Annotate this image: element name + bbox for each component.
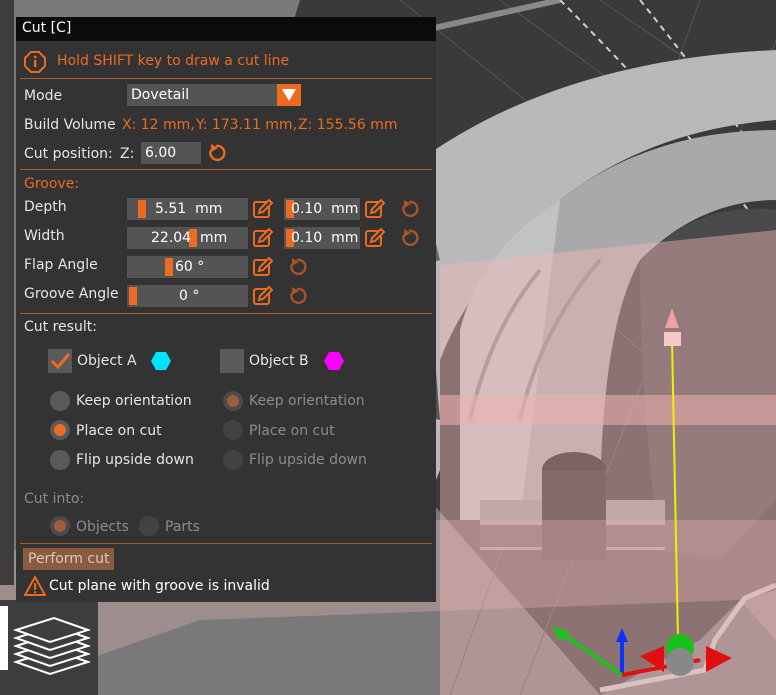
divider xyxy=(20,169,432,170)
width-slider[interactable]: 22.04 mm xyxy=(127,227,248,249)
edit-icon[interactable] xyxy=(252,227,274,249)
cut-into-parts-radio xyxy=(139,516,159,536)
warning-text: Cut plane with groove is invalid xyxy=(49,578,270,594)
edit-icon[interactable] xyxy=(252,198,274,220)
reset-icon[interactable] xyxy=(205,142,227,164)
object-a-color-icon xyxy=(151,352,171,370)
width-tolerance-value: 0.10 mm xyxy=(291,230,359,246)
flap-angle-slider[interactable]: 60 ° xyxy=(127,256,248,278)
perform-cut-button[interactable]: Perform cut xyxy=(23,548,115,570)
groove-angle-slider-handle[interactable] xyxy=(129,287,137,305)
chevron-down-icon xyxy=(282,89,296,101)
reset-icon[interactable] xyxy=(398,227,420,249)
divider xyxy=(20,313,432,314)
object-a-flip-label: Flip upside down xyxy=(76,452,194,468)
object-b-keep-orientation-radio xyxy=(223,391,243,411)
cut-position-axis: Z: xyxy=(120,146,135,162)
cut-position-label: Cut position: xyxy=(24,146,113,162)
edit-icon[interactable] xyxy=(252,285,274,307)
build-volume-x: X: 12 mm, xyxy=(122,117,195,133)
object-a-flip-radio[interactable] xyxy=(50,450,70,470)
edit-icon[interactable] xyxy=(252,256,274,278)
build-volume-z: Z: 155.56 mm xyxy=(298,117,398,133)
cut-into-parts-label: Parts xyxy=(165,519,200,535)
object-a-checkbox[interactable] xyxy=(48,349,72,373)
edit-icon[interactable] xyxy=(364,227,386,249)
divider xyxy=(20,543,432,544)
cut-into-label: Cut into: xyxy=(24,491,85,507)
object-b-flip-radio xyxy=(223,450,243,470)
depth-tolerance-value: 0.10 mm xyxy=(291,201,359,217)
object-a-place-on-cut-radio[interactable] xyxy=(50,420,70,440)
groove-angle-slider[interactable]: 0 ° xyxy=(127,285,248,307)
object-b-label: Object B xyxy=(249,353,309,369)
cut-into-objects-label: Objects xyxy=(76,519,129,535)
divider xyxy=(20,78,432,79)
reset-icon[interactable] xyxy=(286,285,308,307)
build-volume-label: Build Volume xyxy=(24,117,116,133)
cut-position-input[interactable]: 6.00 xyxy=(141,142,201,164)
width-tolerance-slider[interactable]: 0.10 mm xyxy=(284,227,360,249)
layers-icon[interactable] xyxy=(12,610,92,680)
cut-result-heading: Cut result: xyxy=(24,319,97,335)
mode-select[interactable]: Dovetail xyxy=(127,84,301,106)
object-b-place-on-cut-label: Place on cut xyxy=(249,423,335,439)
edit-icon[interactable] xyxy=(364,198,386,220)
flap-angle-value: 60 ° xyxy=(175,259,205,275)
groove-angle-value: 0 ° xyxy=(179,288,200,304)
mode-label: Mode xyxy=(24,88,63,104)
panel-titlebar[interactable] xyxy=(16,17,436,41)
mode-value: Dovetail xyxy=(131,87,190,103)
groove-angle-label: Groove Angle xyxy=(24,286,119,302)
reset-icon[interactable] xyxy=(286,256,308,278)
cut-into-objects-radio xyxy=(50,516,70,536)
warning-icon xyxy=(24,575,46,596)
depth-value: 5.51 mm xyxy=(155,201,223,217)
panel-title: Cut [C] xyxy=(22,20,72,36)
flap-angle-label: Flap Angle xyxy=(24,257,98,273)
width-label: Width xyxy=(24,228,65,244)
groove-heading: Groove: xyxy=(24,176,80,192)
object-a-label: Object A xyxy=(77,353,137,369)
mode-dropdown-button[interactable] xyxy=(277,84,301,106)
width-value: 22.04 mm xyxy=(151,230,228,246)
hint-text: Hold SHIFT key to draw a cut line xyxy=(57,53,290,69)
depth-slider[interactable]: 5.51 mm xyxy=(127,198,248,220)
flap-angle-slider-handle[interactable] xyxy=(164,258,173,276)
depth-tolerance-slider[interactable]: 0.10 mm xyxy=(284,198,360,220)
cut-position-value: 6.00 xyxy=(145,145,177,161)
object-a-keep-orientation-label: Keep orientation xyxy=(76,393,192,409)
info-icon xyxy=(24,51,46,73)
object-b-keep-orientation-label: Keep orientation xyxy=(249,393,365,409)
build-volume-y: Y: 173.11 mm, xyxy=(196,117,298,133)
object-b-place-on-cut-radio xyxy=(223,420,243,440)
depth-label: Depth xyxy=(24,199,67,215)
object-b-flip-label: Flip upside down xyxy=(249,452,367,468)
depth-slider-handle[interactable] xyxy=(137,200,146,218)
object-a-keep-orientation-radio[interactable] xyxy=(50,391,70,411)
object-b-color-icon xyxy=(324,352,344,370)
object-b-checkbox[interactable] xyxy=(220,349,244,373)
reset-icon[interactable] xyxy=(398,198,420,220)
checkmark-icon xyxy=(50,353,71,370)
object-a-place-on-cut-label: Place on cut xyxy=(76,423,162,439)
